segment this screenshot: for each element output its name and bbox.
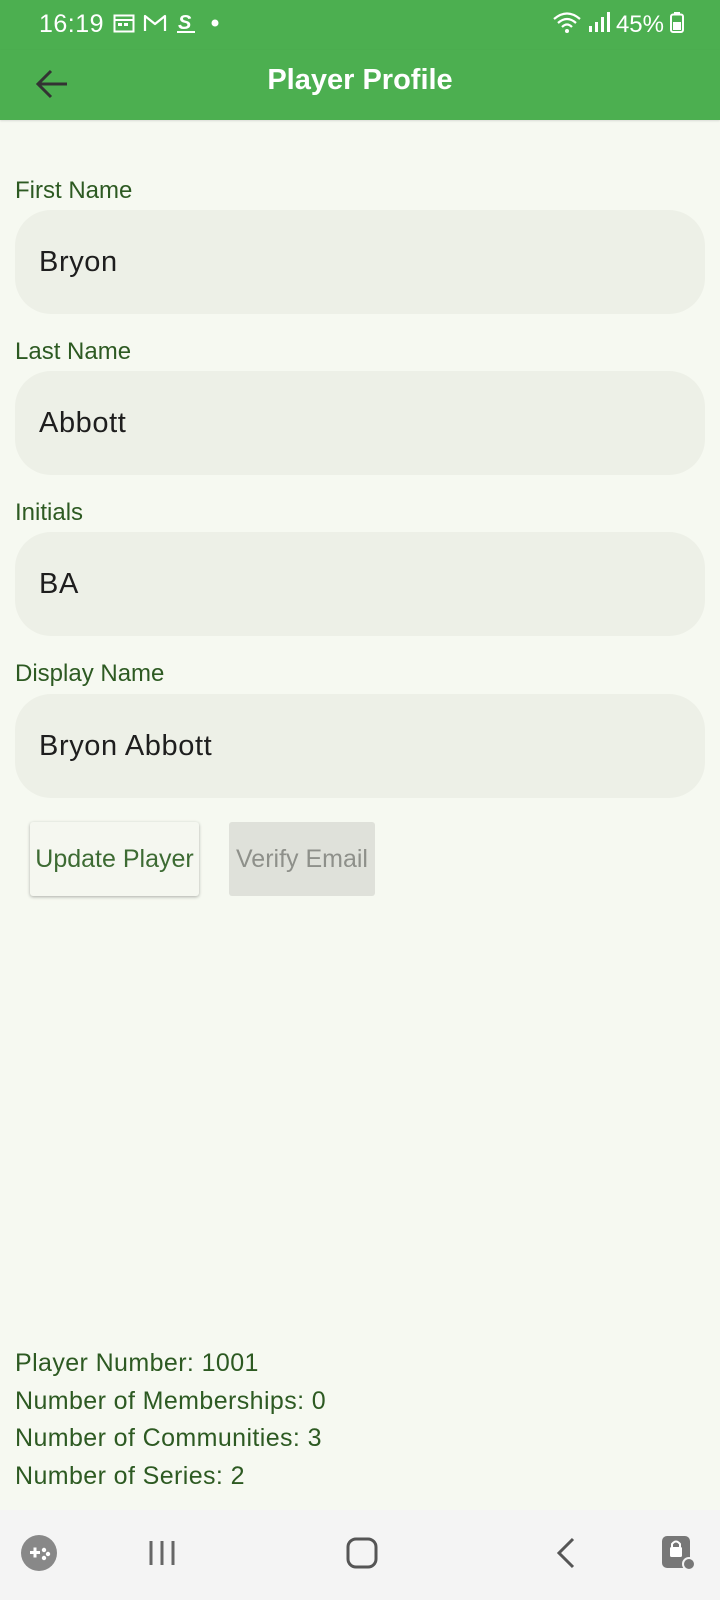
series-count-text: Number of Series: 2 — [15, 1462, 245, 1490]
game-launcher-icon — [20, 1534, 58, 1577]
app-bar: Player Profile — [0, 50, 720, 120]
update-player-button[interactable]: Update Player — [30, 822, 199, 896]
player-number-text: Player Number: 1001 — [15, 1349, 259, 1377]
battery-level: 45% — [615, 10, 664, 38]
last-name-label: Last Name — [15, 338, 132, 365]
page-title: Player Profile — [267, 64, 453, 96]
system-back-button[interactable] — [536, 1510, 596, 1600]
notification-icons: S — [113, 12, 223, 39]
calendar-icon — [113, 13, 135, 38]
last-name-field[interactable]: Abbott — [15, 371, 705, 475]
status-bar: 16:19 S 45% — [0, 0, 720, 50]
initials-field[interactable]: BA — [15, 532, 705, 636]
display-name-label: Display Name — [15, 660, 165, 687]
recent-apps-icon — [147, 1538, 177, 1573]
signal-icon — [588, 11, 610, 38]
initials-label: Initials — [15, 499, 84, 526]
dot-icon — [207, 15, 223, 36]
first-name-field[interactable]: Bryon — [15, 210, 705, 314]
home-icon — [345, 1536, 379, 1575]
recent-apps-button[interactable] — [132, 1510, 192, 1600]
battery-icon — [670, 11, 684, 38]
status-time: 16:19 — [39, 10, 105, 38]
verify-email-button: Verify Email — [229, 822, 375, 896]
home-button[interactable] — [332, 1510, 392, 1600]
memberships-count-text: Number of Memberships: 0 — [15, 1387, 327, 1415]
app-s-icon: S — [175, 12, 199, 39]
communities-count-text: Number of Communities: 3 — [15, 1424, 322, 1452]
navigation-bar — [0, 1510, 720, 1600]
back-icon — [554, 1536, 578, 1575]
system-icons: 45% — [552, 10, 684, 39]
gmail-icon — [143, 14, 167, 37]
game-launcher-button[interactable] — [14, 1510, 64, 1600]
display-name-field[interactable]: Bryon Abbott — [15, 694, 705, 798]
screen-lock-icon — [660, 1534, 698, 1577]
first-name-label: First Name — [15, 177, 133, 204]
wifi-icon — [552, 10, 582, 39]
screen-lock-button[interactable] — [654, 1510, 704, 1600]
svg-text:S: S — [178, 12, 192, 34]
